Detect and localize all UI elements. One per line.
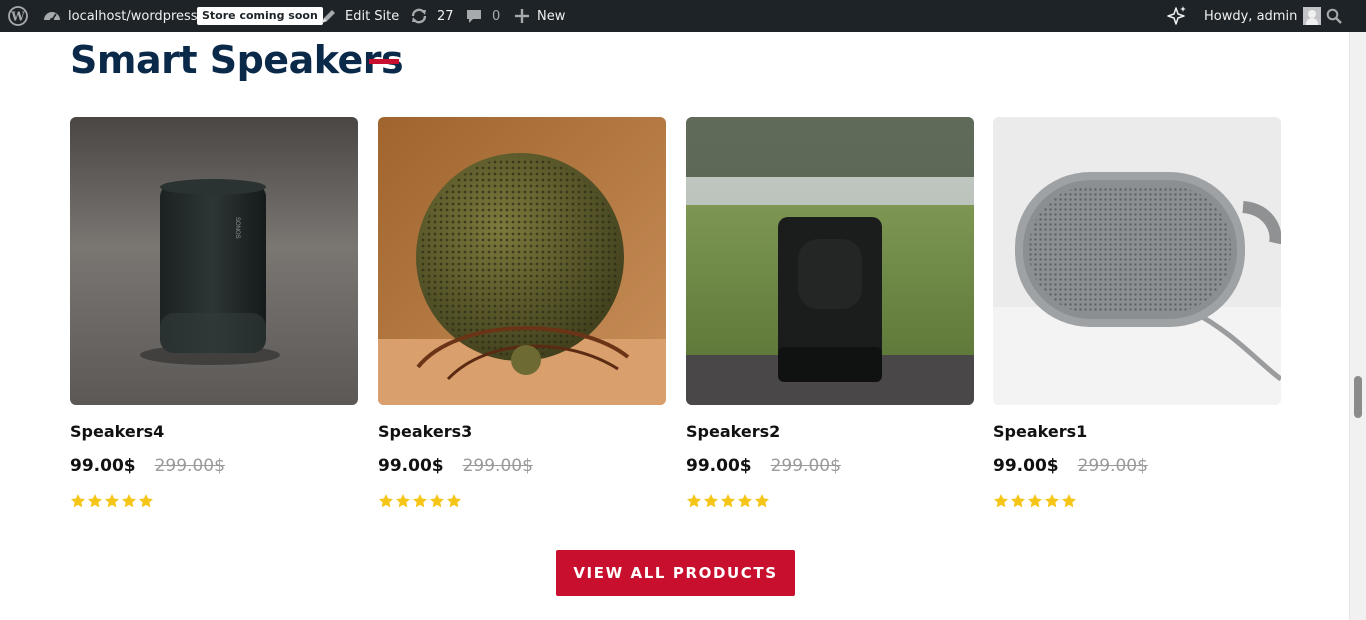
product-image[interactable]: SONOS	[70, 117, 358, 405]
page-scrollbar[interactable]	[1349, 32, 1366, 620]
star-icon	[430, 494, 444, 508]
regular-price: 299.00$	[770, 456, 841, 476]
price-row: 99.00$ 299.00$	[993, 455, 1281, 477]
ai-assistant-button[interactable]	[1166, 0, 1188, 32]
star-icon	[994, 494, 1008, 508]
regular-price: 299.00$	[154, 456, 225, 476]
product-card[interactable]: Speakers2 99.00$ 299.00$	[686, 117, 974, 511]
regular-price: 299.00$	[1077, 456, 1148, 476]
star-icon	[413, 494, 427, 508]
star-icon	[71, 494, 85, 508]
admin-search-button[interactable]	[1326, 0, 1342, 32]
edit-site-link[interactable]: Edit Site	[320, 0, 399, 32]
plus-icon	[515, 9, 529, 23]
sale-price: 99.00$	[686, 456, 752, 476]
admin-bar: W localhost/wordpress Store coming soon …	[0, 0, 1366, 32]
edit-site-icon	[320, 7, 338, 25]
site-name-link[interactable]: localhost/wordpress	[43, 0, 198, 32]
comments-count: 0	[492, 8, 501, 24]
price-row: 99.00$ 299.00$	[70, 455, 358, 477]
star-rating	[686, 493, 974, 511]
wordpress-logo-button[interactable]: W	[8, 0, 28, 32]
star-icon	[755, 494, 769, 508]
star-icon	[738, 494, 752, 508]
star-icon	[105, 494, 119, 508]
dashboard-icon	[43, 7, 61, 25]
wordpress-icon: W	[8, 6, 28, 26]
star-icon	[447, 494, 461, 508]
account-menu[interactable]: Howdy, admin	[1204, 0, 1322, 32]
star-icon	[1028, 494, 1042, 508]
star-icon	[721, 494, 735, 508]
product-card[interactable]: Speakers1 99.00$ 299.00$	[993, 117, 1281, 511]
updates-count: 27	[437, 8, 454, 24]
sale-price: 99.00$	[70, 456, 136, 476]
star-rating	[993, 493, 1281, 511]
product-name[interactable]: Speakers3	[378, 422, 666, 442]
updates-icon	[410, 7, 428, 25]
sale-price: 99.00$	[378, 456, 444, 476]
sale-price: 99.00$	[993, 456, 1059, 476]
star-rating	[70, 493, 358, 511]
product-image[interactable]	[378, 117, 666, 405]
search-icon	[1326, 8, 1342, 24]
product-name[interactable]: Speakers1	[993, 422, 1281, 442]
product-card[interactable]: SONOS Speakers4 99.00$ 299.00$	[70, 117, 358, 511]
star-rating	[378, 493, 666, 511]
new-label: New	[537, 8, 566, 24]
svg-text:W: W	[10, 10, 25, 24]
comments-icon	[466, 8, 482, 24]
avatar	[1303, 7, 1322, 25]
product-name[interactable]: Speakers4	[70, 422, 358, 442]
star-icon	[1062, 494, 1076, 508]
star-icon	[396, 494, 410, 508]
product-name[interactable]: Speakers2	[686, 422, 974, 442]
star-icon	[122, 494, 136, 508]
greeting-label: Howdy, admin	[1204, 8, 1298, 24]
price-row: 99.00$ 299.00$	[378, 455, 666, 477]
product-image[interactable]	[993, 117, 1281, 405]
edit-site-label: Edit Site	[345, 8, 400, 24]
price-row: 99.00$ 299.00$	[686, 455, 974, 477]
comments-link[interactable]: 0	[466, 0, 500, 32]
star-icon	[379, 494, 393, 508]
star-icon	[1011, 494, 1025, 508]
sparkle-icon	[1166, 5, 1188, 27]
view-all-products-button[interactable]: VIEW ALL PRODUCTS	[556, 550, 795, 596]
store-status-badge[interactable]: Store coming soon	[197, 0, 323, 32]
regular-price: 299.00$	[462, 456, 533, 476]
star-icon	[88, 494, 102, 508]
star-icon	[139, 494, 153, 508]
product-image[interactable]	[686, 117, 974, 405]
scrollbar-thumb[interactable]	[1354, 376, 1362, 418]
section-title: Smart Speakers	[70, 38, 404, 82]
title-accent-dash	[369, 59, 399, 64]
site-name-label: localhost/wordpress	[68, 8, 198, 24]
new-content-link[interactable]: New	[515, 0, 565, 32]
product-card[interactable]: Speakers3 99.00$ 299.00$	[378, 117, 666, 511]
svg-text:SONOS: SONOS	[234, 217, 240, 239]
store-badge-label: Store coming soon	[197, 7, 323, 25]
updates-link[interactable]: 27	[410, 0, 454, 32]
star-icon	[704, 494, 718, 508]
star-icon	[1045, 494, 1059, 508]
star-icon	[687, 494, 701, 508]
